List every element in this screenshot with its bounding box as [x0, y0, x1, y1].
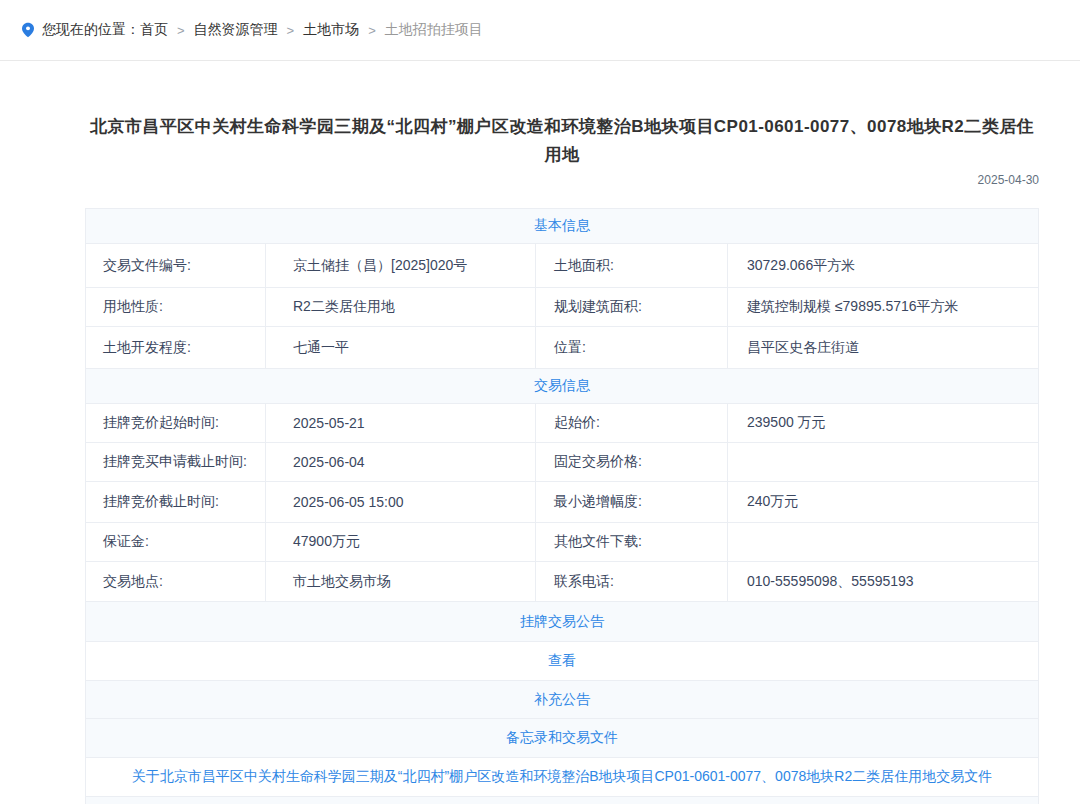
- breadcrumb-location-label: 您现在的位置：: [42, 21, 140, 39]
- field-value: 昌平区史各庄街道: [728, 327, 1038, 368]
- field-label: 联系电话:: [536, 562, 728, 601]
- table-row: 挂牌竞买申请截止时间: 2025-06-04 固定交易价格:: [86, 443, 1038, 482]
- publish-date: 2025-04-30: [85, 173, 1039, 187]
- field-value: 建筑控制规模 ≤79895.5716平方米: [728, 288, 1038, 326]
- view-link[interactable]: 查看: [86, 642, 1038, 681]
- table-row: 用地性质: R2二类居住用地 规划建筑面积: 建筑控制规模 ≤79895.571…: [86, 288, 1038, 327]
- field-value: 2025-06-04: [266, 443, 536, 481]
- breadcrumb-land-market[interactable]: 土地市场: [303, 21, 359, 39]
- table-row: 土地开发程度: 七通一平 位置: 昌平区史各庄街道: [86, 327, 1038, 369]
- field-label: 其他文件下载:: [536, 523, 728, 561]
- table-row: 交易地点: 市土地交易市场 联系电话: 010-55595098、5559519…: [86, 562, 1038, 602]
- page-title: 北京市昌平区中关村生命科学园三期及“北四村”棚户区改造和环境整治B地块项目CP0…: [85, 113, 1039, 169]
- field-value: [728, 443, 1038, 481]
- field-value: 市土地交易市场: [266, 562, 536, 601]
- field-label: 规划建筑面积:: [536, 288, 728, 326]
- field-value: 240万元: [728, 482, 1038, 522]
- section-header-memo-documents: 备忘录和交易文件: [86, 719, 1038, 758]
- breadcrumb: 您现在的位置： 首页 > 自然资源管理 > 土地市场 > 土地招拍挂项目: [0, 0, 1080, 61]
- field-label: 土地面积:: [536, 244, 728, 287]
- field-value: 2025-06-05 15:00: [266, 482, 536, 522]
- field-label: 土地开发程度:: [86, 327, 266, 368]
- field-value: 239500 万元: [728, 404, 1038, 442]
- section-header-listing-announcement: 挂牌交易公告: [86, 602, 1038, 642]
- field-value: 010-55595098、55595193: [728, 562, 1038, 601]
- table-row: 交易文件编号: 京土储挂（昌）[2025]020号 土地面积: 30729.06…: [86, 244, 1038, 288]
- section-header-supplement-announcement: 补充公告: [86, 681, 1038, 719]
- field-value: 47900万元: [266, 523, 536, 561]
- field-value: 30729.066平方米: [728, 244, 1038, 287]
- field-label: 最小递增幅度:: [536, 482, 728, 522]
- table-row-partial: [86, 797, 1038, 804]
- table-row: 挂牌竞价起始时间: 2025-05-21 起始价: 239500 万元: [86, 404, 1038, 443]
- breadcrumb-current-page: 土地招拍挂项目: [385, 21, 483, 39]
- field-value: [728, 523, 1038, 561]
- field-value: R2二类居住用地: [266, 288, 536, 326]
- section-header-trade-info: 交易信息: [86, 369, 1038, 404]
- field-label: 固定交易价格:: [536, 443, 728, 481]
- field-value: 七通一平: [266, 327, 536, 368]
- section-header-basic-info: 基本信息: [86, 209, 1038, 244]
- table-row: 挂牌竞价截止时间: 2025-06-05 15:00 最小递增幅度: 240万元: [86, 482, 1038, 523]
- field-label: 交易文件编号:: [86, 244, 266, 287]
- field-label: 位置:: [536, 327, 728, 368]
- field-label: 用地性质:: [86, 288, 266, 326]
- field-value: 京土储挂（昌）[2025]020号: [266, 244, 536, 287]
- breadcrumb-natural-resources[interactable]: 自然资源管理: [194, 21, 278, 39]
- field-label: 挂牌竞价起始时间:: [86, 404, 266, 442]
- table-row: 保证金: 47900万元 其他文件下载:: [86, 523, 1038, 562]
- breadcrumb-home[interactable]: 首页: [140, 21, 168, 39]
- breadcrumb-separator: >: [177, 23, 185, 38]
- field-label: 交易地点:: [86, 562, 266, 601]
- land-detail-table: 基本信息 交易文件编号: 京土储挂（昌）[2025]020号 土地面积: 307…: [85, 208, 1039, 804]
- breadcrumb-separator: >: [287, 23, 295, 38]
- location-pin-icon: [22, 22, 34, 38]
- main-content: 北京市昌平区中关村生命科学园三期及“北四村”棚户区改造和环境整治B地块项目CP0…: [85, 61, 1039, 804]
- field-label: 挂牌竞价截止时间:: [86, 482, 266, 522]
- field-label: 挂牌竞买申请截止时间:: [86, 443, 266, 481]
- breadcrumb-separator: >: [368, 23, 376, 38]
- field-label: 起始价:: [536, 404, 728, 442]
- field-value: 2025-05-21: [266, 404, 536, 442]
- field-label: 保证金:: [86, 523, 266, 561]
- trade-file-link[interactable]: 关于北京市昌平区中关村生命科学园三期及“北四村”棚户区改造和环境整治B地块项目C…: [86, 758, 1038, 797]
